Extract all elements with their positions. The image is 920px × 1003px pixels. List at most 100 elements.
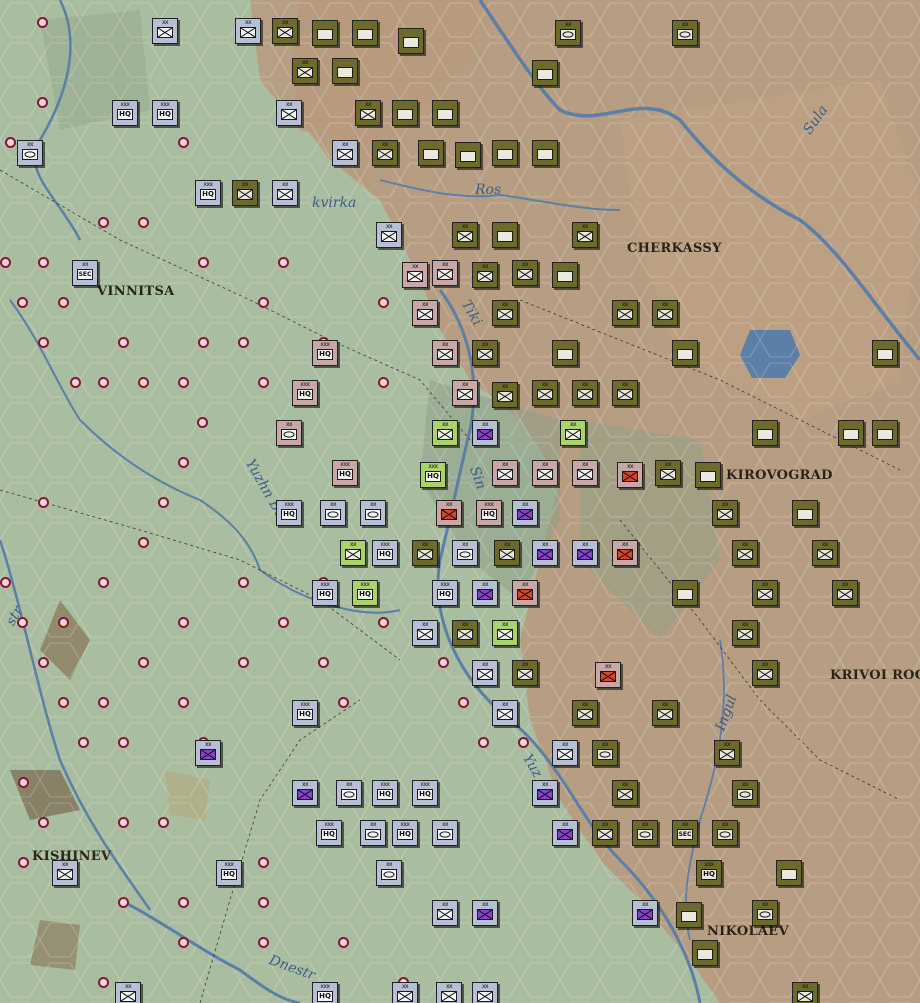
unit-counter[interactable]: [392, 100, 418, 126]
game-map[interactable]: VINNITSA CHERKASSY KIROVOGRAD KRIVOI ROG KIS…: [0, 0, 920, 1003]
unit-counter[interactable]: xxx HQ: [112, 100, 138, 126]
unit-counter[interactable]: xx: [292, 58, 318, 84]
unit-counter[interactable]: xx: [432, 820, 458, 846]
unit-counter[interactable]: xx: [812, 540, 838, 566]
unit-counter[interactable]: xxx HQ: [696, 860, 722, 886]
unit-counter[interactable]: xx: [17, 140, 43, 166]
unit-counter[interactable]: xx: [655, 460, 681, 486]
unit-counter[interactable]: xx: [52, 860, 78, 886]
unit-counter[interactable]: xx: [552, 820, 578, 846]
unit-counter[interactable]: xx SEC: [672, 820, 698, 846]
unit-counter[interactable]: xx: [432, 420, 458, 446]
unit-counter[interactable]: xx: [612, 300, 638, 326]
unit-counter[interactable]: xx: [672, 20, 698, 46]
unit-counter[interactable]: [352, 20, 378, 46]
unit-counter[interactable]: xx: [432, 260, 458, 286]
unit-counter[interactable]: xx: [232, 180, 258, 206]
unit-counter[interactable]: xx: [492, 700, 518, 726]
unit-counter[interactable]: xx: [532, 460, 558, 486]
unit-counter[interactable]: [552, 340, 578, 366]
unit-counter[interactable]: xx: [632, 900, 658, 926]
unit-counter[interactable]: xx SEC: [72, 260, 98, 286]
unit-counter[interactable]: [332, 58, 358, 84]
unit-counter[interactable]: xx: [372, 140, 398, 166]
unit-counter[interactable]: xx: [572, 222, 598, 248]
unit-counter[interactable]: xx: [492, 382, 518, 408]
unit-counter[interactable]: xx: [340, 540, 366, 566]
unit-counter[interactable]: xxx HQ: [432, 580, 458, 606]
unit-counter[interactable]: xx: [360, 820, 386, 846]
unit-counter[interactable]: xx: [472, 340, 498, 366]
unit-counter[interactable]: xx: [292, 780, 318, 806]
unit-counter[interactable]: xx: [152, 18, 178, 44]
unit-counter[interactable]: [872, 340, 898, 366]
unit-counter[interactable]: xxx HQ: [352, 580, 378, 606]
unit-counter[interactable]: xx: [572, 380, 598, 406]
unit-counter[interactable]: xx: [595, 662, 621, 688]
unit-counter[interactable]: xx: [560, 420, 586, 446]
unit-counter[interactable]: [455, 142, 481, 168]
unit-counter[interactable]: xx: [714, 740, 740, 766]
unit-counter[interactable]: [672, 340, 698, 366]
unit-counter[interactable]: xx: [235, 18, 261, 44]
unit-counter[interactable]: xxx HQ: [372, 540, 398, 566]
unit-counter[interactable]: xxx HQ: [412, 780, 438, 806]
unit-counter[interactable]: xx: [492, 300, 518, 326]
unit-counter[interactable]: xx: [436, 500, 462, 526]
unit-counter[interactable]: [752, 420, 778, 446]
unit-counter[interactable]: xx: [592, 740, 618, 766]
unit-counter[interactable]: xx: [472, 580, 498, 606]
unit-counter[interactable]: [418, 140, 444, 166]
unit-counter[interactable]: xx: [752, 580, 778, 606]
unit-counter[interactable]: xx: [432, 900, 458, 926]
unit-counter[interactable]: [672, 580, 698, 606]
unit-counter[interactable]: xx: [712, 500, 738, 526]
unit-counter[interactable]: [676, 902, 702, 928]
unit-counter[interactable]: xx: [452, 540, 478, 566]
unit-counter[interactable]: [532, 60, 558, 86]
unit-counter[interactable]: xx: [512, 260, 538, 286]
unit-counter[interactable]: xxx HQ: [332, 460, 358, 486]
unit-counter[interactable]: xx: [320, 500, 346, 526]
unit-counter[interactable]: xx: [472, 420, 498, 446]
unit-counter[interactable]: xx: [512, 660, 538, 686]
unit-counter[interactable]: xx: [652, 300, 678, 326]
unit-counter[interactable]: xx: [472, 982, 498, 1003]
unit-counter[interactable]: xxx HQ: [152, 100, 178, 126]
unit-counter[interactable]: xx: [752, 660, 778, 686]
unit-counter[interactable]: xx: [272, 18, 298, 44]
unit-counter[interactable]: xx: [612, 540, 638, 566]
unit-counter[interactable]: xxx HQ: [372, 780, 398, 806]
unit-counter[interactable]: xxx HQ: [312, 340, 338, 366]
unit-counter[interactable]: xx: [532, 780, 558, 806]
unit-counter[interactable]: xxx HQ: [420, 462, 446, 488]
unit-counter[interactable]: [398, 28, 424, 54]
unit-counter[interactable]: xx: [492, 620, 518, 646]
unit-counter[interactable]: [872, 420, 898, 446]
unit-counter[interactable]: [776, 860, 802, 886]
unit-counter[interactable]: xx: [452, 380, 478, 406]
unit-counter[interactable]: xx: [752, 900, 778, 926]
unit-counter[interactable]: [552, 262, 578, 288]
unit-counter[interactable]: xxx HQ: [316, 820, 342, 846]
unit-counter[interactable]: xx: [732, 540, 758, 566]
unit-counter[interactable]: xx: [436, 982, 462, 1003]
unit-counter[interactable]: xx: [355, 100, 381, 126]
unit-counter[interactable]: xx: [276, 100, 302, 126]
unit-counter[interactable]: [838, 420, 864, 446]
unit-counter[interactable]: xx: [555, 20, 581, 46]
unit-counter[interactable]: xx: [512, 500, 538, 526]
unit-counter[interactable]: xx: [472, 900, 498, 926]
unit-counter[interactable]: xx: [712, 820, 738, 846]
unit-counter[interactable]: xxx HQ: [312, 982, 338, 1003]
unit-counter[interactable]: xx: [652, 700, 678, 726]
unit-counter[interactable]: xx: [472, 660, 498, 686]
unit-counter[interactable]: xx: [612, 380, 638, 406]
unit-counter[interactable]: [312, 20, 338, 46]
unit-counter[interactable]: xx: [572, 460, 598, 486]
unit-counter[interactable]: [532, 140, 558, 166]
unit-counter[interactable]: [692, 940, 718, 966]
unit-counter[interactable]: xxx HQ: [392, 820, 418, 846]
unit-counter[interactable]: xx: [832, 580, 858, 606]
unit-counter[interactable]: xx: [412, 620, 438, 646]
